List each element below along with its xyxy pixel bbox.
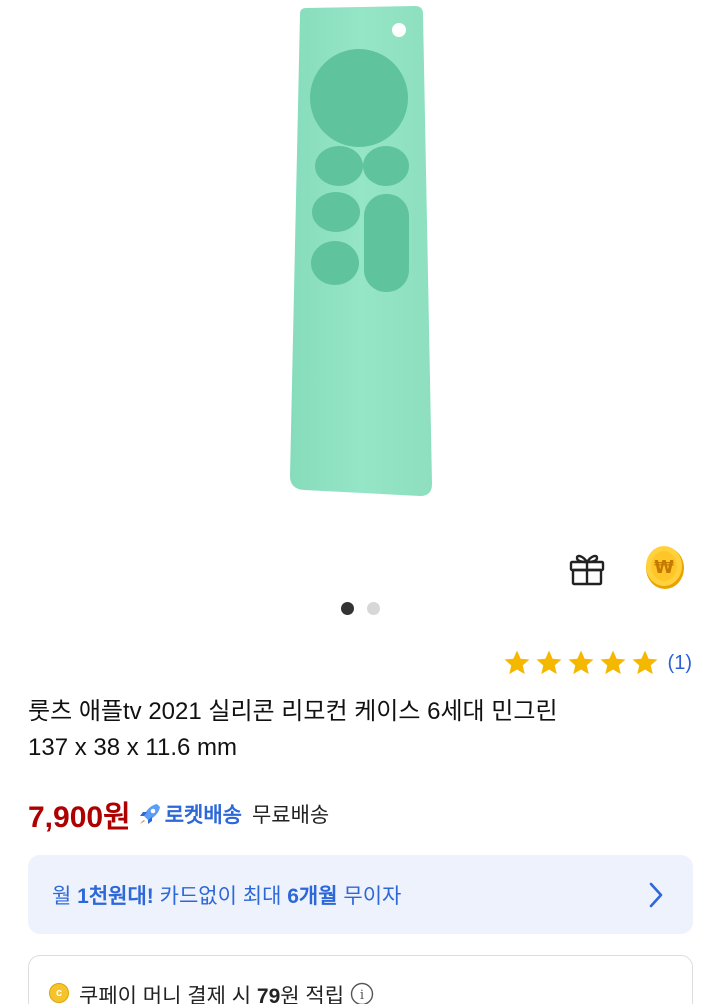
coupay-reward-text: 쿠페이 머니 결제 시 79원 적립	[79, 985, 345, 1004]
carousel-dot-1[interactable]	[340, 602, 354, 615]
product-title: 룻츠 애플tv 2021 실리콘 리모컨 케이스 6세대 민그린 137 x 3…	[28, 694, 692, 766]
product-image	[290, 6, 432, 496]
carousel-indicator[interactable]	[0, 602, 720, 615]
price: 7,900원	[28, 801, 131, 834]
coupay-reward-box: c 쿠페이 머니 결제 시 79원 적립 i	[28, 955, 693, 1004]
product-title-line-1: 룻츠 애플tv 2021 실리콘 리모컨 케이스 6세대 민그린	[28, 698, 558, 725]
c-coin-icon: c	[49, 983, 69, 1003]
star-icon	[632, 650, 658, 675]
carousel-dot-2[interactable]	[366, 602, 380, 615]
rating[interactable]: (1)	[502, 648, 692, 678]
star-icon	[536, 650, 562, 675]
svg-text:i: i	[360, 988, 364, 1003]
gift-icon[interactable]	[566, 546, 608, 588]
installment-text: 월 1천원대! 카드없이 최대 6개월 무이자	[52, 884, 402, 908]
info-icon[interactable]: i	[350, 982, 374, 1004]
rocket-icon	[139, 804, 160, 824]
chevron-right-icon[interactable]	[647, 881, 665, 909]
won-coin-icon[interactable]: ₩	[644, 544, 686, 590]
star-icon	[504, 650, 530, 675]
star-icon	[568, 650, 594, 675]
rocket-delivery-label: 로켓배송	[164, 804, 242, 827]
free-shipping-label: 무료배송	[251, 804, 330, 827]
installment-banner[interactable]: 월 1천원대! 카드없이 최대 6개월 무이자	[28, 855, 693, 934]
review-count[interactable]: (1)	[668, 652, 692, 675]
star-icon	[600, 650, 626, 675]
product-title-line-2: 137 x 38 x 11.6 mm	[28, 734, 237, 761]
product-image-gallery[interactable]	[0, 0, 720, 560]
won-symbol: ₩	[654, 557, 674, 578]
price-row: 7,900원 로켓배송 무료배송	[28, 792, 329, 836]
